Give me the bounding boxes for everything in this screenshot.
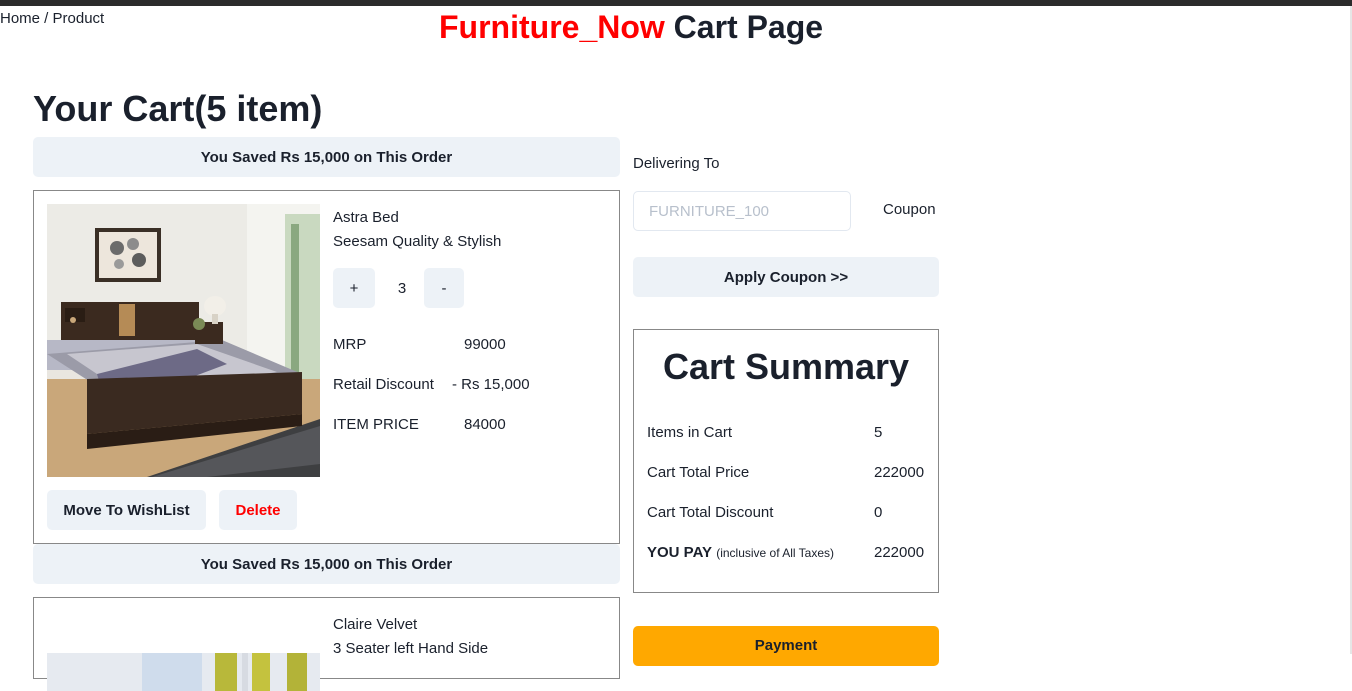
you-pay-label: YOU PAY (inclusive of All Taxes) <box>647 544 834 561</box>
item-description: Seesam Quality & Stylish <box>333 233 502 250</box>
brand-name: Furniture_Now <box>439 9 665 45</box>
you-pay-note: (inclusive of All Taxes) <box>716 546 835 560</box>
breadcrumb: Home / Product <box>0 10 105 27</box>
you-pay-text: YOU PAY <box>647 544 713 561</box>
page-title-rest: Cart Page <box>664 9 824 45</box>
retail-discount-label: Retail Discount <box>333 376 434 393</box>
coupon-input[interactable] <box>633 191 851 231</box>
item-name: Astra Bed <box>333 209 399 226</box>
sofa-product-image <box>47 611 320 691</box>
cart-summary-panel: Cart Summary Items in Cart 5 Cart Total … <box>633 329 939 593</box>
cart-total-discount-value: 0 <box>874 504 883 521</box>
page-title: Furniture_Now Cart Page <box>439 9 823 46</box>
cart-heading: Your Cart(5 item) <box>33 88 323 129</box>
delete-button[interactable]: Delete <box>219 490 297 530</box>
item-price-value: 84000 <box>464 416 506 433</box>
quantity-decrease-button[interactable]: - <box>424 268 464 308</box>
item-name: Claire Velvet <box>333 616 418 633</box>
top-dark-bar <box>0 0 1352 6</box>
retail-discount-value: - Rs 15,000 <box>452 376 530 393</box>
quantity-increase-button[interactable]: + <box>333 268 375 308</box>
quantity-value: 3 <box>397 279 407 297</box>
items-in-cart-label: Items in Cart <box>647 424 733 441</box>
mrp-label: MRP <box>333 336 367 353</box>
bed-product-image <box>47 204 320 477</box>
cart-total-price-label: Cart Total Price <box>647 464 750 481</box>
saved-banner: You Saved Rs 15,000 on This Order <box>33 137 620 177</box>
apply-coupon-button[interactable]: Apply Coupon >> <box>633 257 939 297</box>
saved-banner: You Saved Rs 15,000 on This Order <box>33 544 620 584</box>
cart-total-price-value: 222000 <box>874 464 925 481</box>
cart-total-discount-label: Cart Total Discount <box>647 504 774 521</box>
move-to-wishlist-button[interactable]: Move To WishList <box>47 490 206 530</box>
payment-button[interactable]: Payment <box>633 626 939 666</box>
cart-item-card: Claire Velvet 3 Seater left Hand Side <box>33 597 620 691</box>
delivering-to-label: Delivering To <box>633 155 720 172</box>
item-description: 3 Seater left Hand Side <box>333 640 489 657</box>
items-in-cart-value: 5 <box>874 424 883 441</box>
cart-summary-title: Cart Summary <box>662 346 910 387</box>
item-price-label: ITEM PRICE <box>333 416 419 433</box>
cart-item-card: Astra Bed Seesam Quality & Stylish + 3 -… <box>33 190 620 544</box>
you-pay-value: 222000 <box>874 544 925 561</box>
coupon-label: Coupon <box>883 201 936 218</box>
mrp-value: 99000 <box>464 336 506 353</box>
